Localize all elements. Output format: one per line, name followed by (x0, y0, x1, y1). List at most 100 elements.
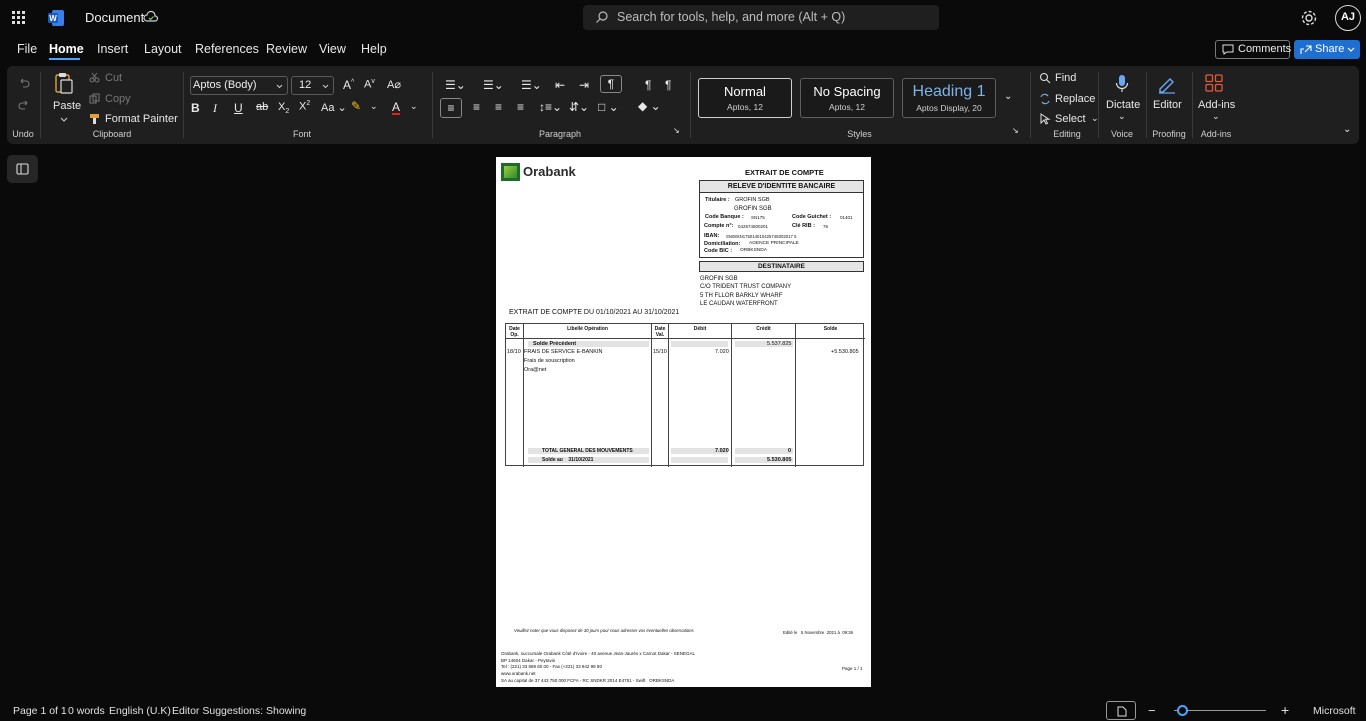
tab-insert[interactable]: Insert (97, 42, 128, 56)
clear-formatting-icon[interactable]: A⌀ (387, 78, 401, 91)
line-spacing-icon[interactable]: ↕≡⌄ (539, 100, 562, 114)
bullets-icon[interactable]: ☰⌄ (445, 78, 466, 92)
word-count[interactable]: 0 words (68, 705, 105, 717)
chevron-down-icon[interactable]: ⌄ (370, 101, 378, 112)
font-color-icon[interactable]: A (392, 101, 401, 115)
paragraph-spacing-icon[interactable]: ⇵⌄ (569, 100, 589, 114)
addins-grid-icon[interactable] (1205, 74, 1223, 92)
comments-button[interactable]: Comments (1215, 40, 1291, 59)
increase-indent-icon[interactable]: ⇥ (579, 78, 589, 92)
cloud-saved-icon[interactable] (143, 9, 159, 25)
numbering-icon[interactable]: ☰⌄ (483, 78, 504, 92)
tab-review[interactable]: Review (266, 42, 307, 56)
cle-rib-label: Clé RIB : (792, 223, 815, 229)
code-banque-label: Code Banque : (705, 214, 744, 220)
solde-au-label: Solde au 31/10/2021 (542, 457, 594, 463)
rtl-paragraph-icon[interactable]: ¶ (645, 78, 651, 92)
align-center-icon[interactable]: ≡ (473, 100, 480, 114)
tab-help[interactable]: Help (361, 42, 387, 56)
col-header-credit: Crédit (756, 326, 771, 332)
settings-gear-icon[interactable] (1300, 9, 1318, 27)
change-case-icon[interactable]: Aa ⌄ (321, 101, 347, 114)
bold-icon[interactable]: B (191, 101, 200, 115)
italic-icon[interactable]: I (213, 101, 217, 116)
title-bar: W Document Search for tools, help, and m… (0, 0, 1366, 36)
destinataire-title: DESTINATAIRE (699, 261, 864, 272)
tab-view[interactable]: View (319, 42, 346, 56)
select-cursor-icon[interactable] (1039, 113, 1051, 125)
bic-value: ORBKSNDA (740, 248, 767, 253)
subscript-icon[interactable]: X2 (278, 101, 289, 115)
underline-icon[interactable]: U (234, 101, 243, 115)
style-normal[interactable]: Normal Aptos, 12 (698, 78, 792, 118)
navigation-pane-button[interactable] (7, 155, 38, 183)
voice-group: Dictate ⌄ Voice (1100, 66, 1144, 144)
chevron-down-icon[interactable]: ⌄ (1118, 111, 1126, 122)
column-rule (668, 324, 669, 467)
font-family-select[interactable]: Aptos (Body) (190, 76, 288, 95)
chevron-down-icon[interactable]: ⌄ (410, 101, 418, 112)
font-group-label: Font (292, 129, 311, 139)
tab-layout[interactable]: Layout (144, 42, 182, 56)
borders-icon[interactable]: □ ⌄ (598, 100, 619, 114)
find-label[interactable]: Find (1055, 72, 1076, 84)
style-font: Aptos Display, 20 (916, 103, 982, 113)
style-heading-1[interactable]: Heading 1 Aptos Display, 20 (902, 78, 996, 118)
decrease-indent-icon[interactable]: ⇤ (555, 78, 565, 92)
editor-label[interactable]: Editor (1153, 99, 1182, 111)
select-label[interactable]: Select (1055, 113, 1086, 125)
chevron-down-icon[interactable] (1347, 47, 1355, 53)
total-credit: 0 (788, 448, 792, 454)
styles-dialog-launcher-icon[interactable]: ↘ (1012, 126, 1019, 135)
page-count[interactable]: Page 1 of 1 (13, 705, 67, 717)
zoom-out-icon[interactable]: − (1148, 703, 1156, 718)
document-title[interactable]: Document (85, 10, 144, 25)
user-avatar[interactable]: AJ (1335, 5, 1361, 31)
superscript-icon[interactable]: X2 (299, 100, 310, 113)
editor-pen-icon[interactable] (1157, 74, 1177, 94)
ribbon-divider (1030, 72, 1031, 138)
print-layout-button[interactable] (1106, 701, 1136, 720)
search-box[interactable]: Search for tools, help, and more (Alt + … (583, 5, 939, 30)
find-icon[interactable] (1039, 72, 1051, 84)
chevron-down-icon[interactable]: ⌄ (1212, 111, 1220, 122)
column-rule (651, 324, 652, 467)
dictate-label[interactable]: Dictate (1106, 99, 1140, 111)
ribbon-collapse-chevron-icon[interactable]: ⌄ (1343, 124, 1351, 135)
tab-references[interactable]: References (195, 42, 259, 56)
zoom-slider-thumb[interactable] (1177, 705, 1188, 716)
show-marks-icon[interactable]: ¶ (665, 78, 671, 92)
share-button[interactable]: Share (1294, 40, 1360, 59)
font-size-select[interactable]: 12 (291, 76, 334, 95)
address-line: LE CAUDAN WATERFRONT (700, 301, 778, 307)
footer-line: www.orabank.net (501, 671, 536, 676)
proofing-group-label: Proofing (1152, 129, 1186, 139)
shrink-font-icon[interactable]: Av (364, 78, 375, 91)
shading-icon[interactable]: ◆ ⌄ (638, 99, 661, 113)
strikethrough-icon[interactable]: ab (256, 101, 268, 113)
justify-icon[interactable]: ≡ (517, 100, 524, 114)
svg-text:W: W (49, 14, 57, 23)
zoom-in-icon[interactable]: + (1281, 702, 1289, 718)
app-launcher-icon[interactable] (12, 11, 26, 25)
style-no-spacing[interactable]: No Spacing Aptos, 12 (800, 78, 894, 118)
highlight-icon[interactable]: ✎ (351, 99, 361, 113)
align-left-icon[interactable]: ≡ (440, 98, 462, 118)
tab-file[interactable]: File (17, 42, 37, 56)
replace-icon[interactable] (1039, 93, 1051, 105)
tab-home[interactable]: Home (49, 42, 84, 56)
editor-suggestions-status[interactable]: Editor Suggestions: Showing (172, 705, 306, 717)
microphone-icon[interactable] (1115, 74, 1129, 94)
addins-label[interactable]: Add-ins (1198, 99, 1235, 111)
replace-label[interactable]: Replace (1055, 93, 1095, 105)
multilevel-list-icon[interactable]: ☰⌄ (521, 78, 542, 92)
language-status[interactable]: English (U.K) (109, 705, 171, 717)
styles-more-icon[interactable]: ⌄ (1004, 91, 1012, 102)
ribbon-divider (1098, 72, 1099, 138)
document-page[interactable]: Orabank EXTRAIT DE COMPTE RELEVE D'IDENT… (496, 157, 871, 687)
grow-font-icon[interactable]: A^ (343, 78, 354, 92)
row-date-op: 18/10 (507, 349, 521, 355)
ltr-paragraph-icon[interactable]: ¶ (600, 75, 622, 93)
paragraph-dialog-launcher-icon[interactable]: ↘ (673, 126, 680, 135)
align-right-icon[interactable]: ≡ (495, 100, 502, 114)
